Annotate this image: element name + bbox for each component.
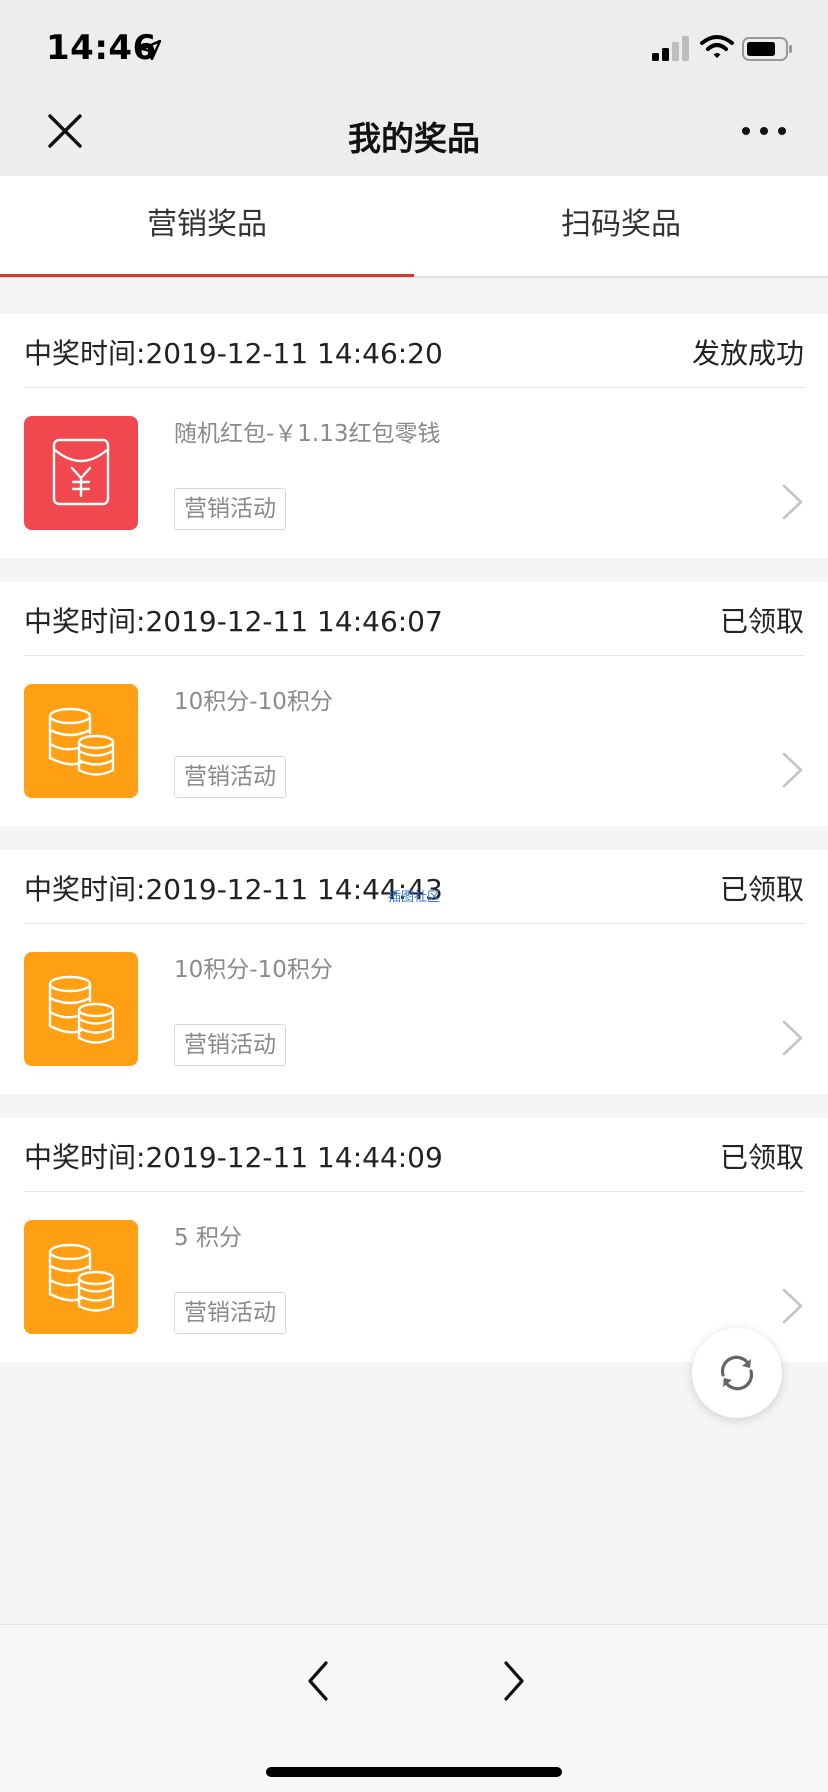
- coins-icon: [24, 1220, 138, 1334]
- chevron-right-icon: [782, 1288, 803, 1324]
- win-time-label: 中奖时间:: [24, 1141, 146, 1174]
- prize-card-header: 中奖时间:2019-12-11 14:44:09 已领取: [24, 1118, 804, 1192]
- status-bar: 14:46: [0, 0, 828, 96]
- cellular-signal-icon: [652, 36, 689, 61]
- refresh-icon: [720, 1355, 754, 1391]
- win-time-value: 2019-12-11 14:46:07: [145, 605, 443, 638]
- prize-card[interactable]: 中奖时间:2019-12-11 14:46:20 发放成功 随机红包-￥1.13…: [0, 314, 828, 558]
- prize-tag: 营销活动: [174, 756, 286, 798]
- prize-card[interactable]: 中奖时间:2019-12-11 14:46:07 已领取 10积分-10积分 营…: [0, 582, 828, 826]
- refresh-button[interactable]: [692, 1328, 782, 1418]
- nav-bar: 我的奖品: [0, 96, 828, 176]
- top-area: 14:46 我的奖品: [0, 0, 828, 176]
- win-time-label: 中奖时间:: [24, 873, 146, 906]
- prize-tag: 营销活动: [174, 488, 286, 530]
- win-time: 中奖时间:2019-12-11 14:44:43: [24, 868, 443, 908]
- tab-marketing-prizes[interactable]: 营销奖品: [0, 176, 414, 276]
- watermark: 插图社区: [388, 890, 441, 905]
- prize-name: 10积分-10积分: [174, 689, 333, 715]
- prize-status: 已领取: [719, 873, 804, 906]
- chevron-right-icon: [782, 1020, 803, 1056]
- prize-name: 5 积分: [174, 1225, 242, 1251]
- win-time-label: 中奖时间:: [24, 337, 146, 370]
- home-indicator: [266, 1767, 562, 1777]
- chevron-right-icon: [782, 752, 803, 788]
- active-tab-indicator: [0, 274, 414, 277]
- chevron-left-icon[interactable]: [300, 1657, 336, 1705]
- win-time: 中奖时间:2019-12-11 14:44:09: [24, 1136, 443, 1176]
- win-time: 中奖时间:2019-12-11 14:46:20: [24, 332, 443, 372]
- win-time-value: 2019-12-11 14:44:09: [145, 1141, 443, 1174]
- prize-tag: 营销活动: [174, 1292, 286, 1334]
- page-title: 我的奖品: [348, 119, 480, 158]
- prize-name: 10积分-10积分: [174, 957, 333, 983]
- prize-tag: 营销活动: [174, 1024, 286, 1066]
- prize-card[interactable]: 中奖时间:2019-12-11 14:44:09 已领取 5 积分 营销活动: [0, 1118, 828, 1362]
- tab-scan-prizes[interactable]: 扫码奖品: [414, 176, 828, 276]
- coins-icon: [24, 952, 138, 1066]
- prize-status: 发放成功: [691, 337, 804, 370]
- chevron-right-icon[interactable]: [496, 1657, 532, 1705]
- chevron-right-icon: [782, 484, 803, 520]
- location-arrow-icon: [140, 39, 162, 61]
- red-envelope-icon: [24, 416, 138, 530]
- battery-icon: [742, 37, 792, 61]
- prize-name: 随机红包-￥1.13红包零钱: [174, 421, 441, 447]
- win-time-label: 中奖时间:: [24, 605, 146, 638]
- more-dots-icon[interactable]: [740, 116, 788, 146]
- prize-status: 已领取: [719, 605, 804, 638]
- wifi-icon: [700, 35, 734, 58]
- win-time: 中奖时间:2019-12-11 14:46:07: [24, 600, 443, 640]
- win-time-value: 2019-12-11 14:46:20: [145, 337, 443, 370]
- prize-card-header: 中奖时间:2019-12-11 14:46:07 已领取: [24, 582, 804, 656]
- tab-bar: 营销奖品 扫码奖品: [0, 176, 828, 278]
- prize-card-header: 中奖时间:2019-12-11 14:46:20 发放成功: [24, 314, 804, 388]
- coins-icon: [24, 684, 138, 798]
- prize-status: 已领取: [719, 1141, 804, 1174]
- bottom-bar: [0, 1624, 828, 1792]
